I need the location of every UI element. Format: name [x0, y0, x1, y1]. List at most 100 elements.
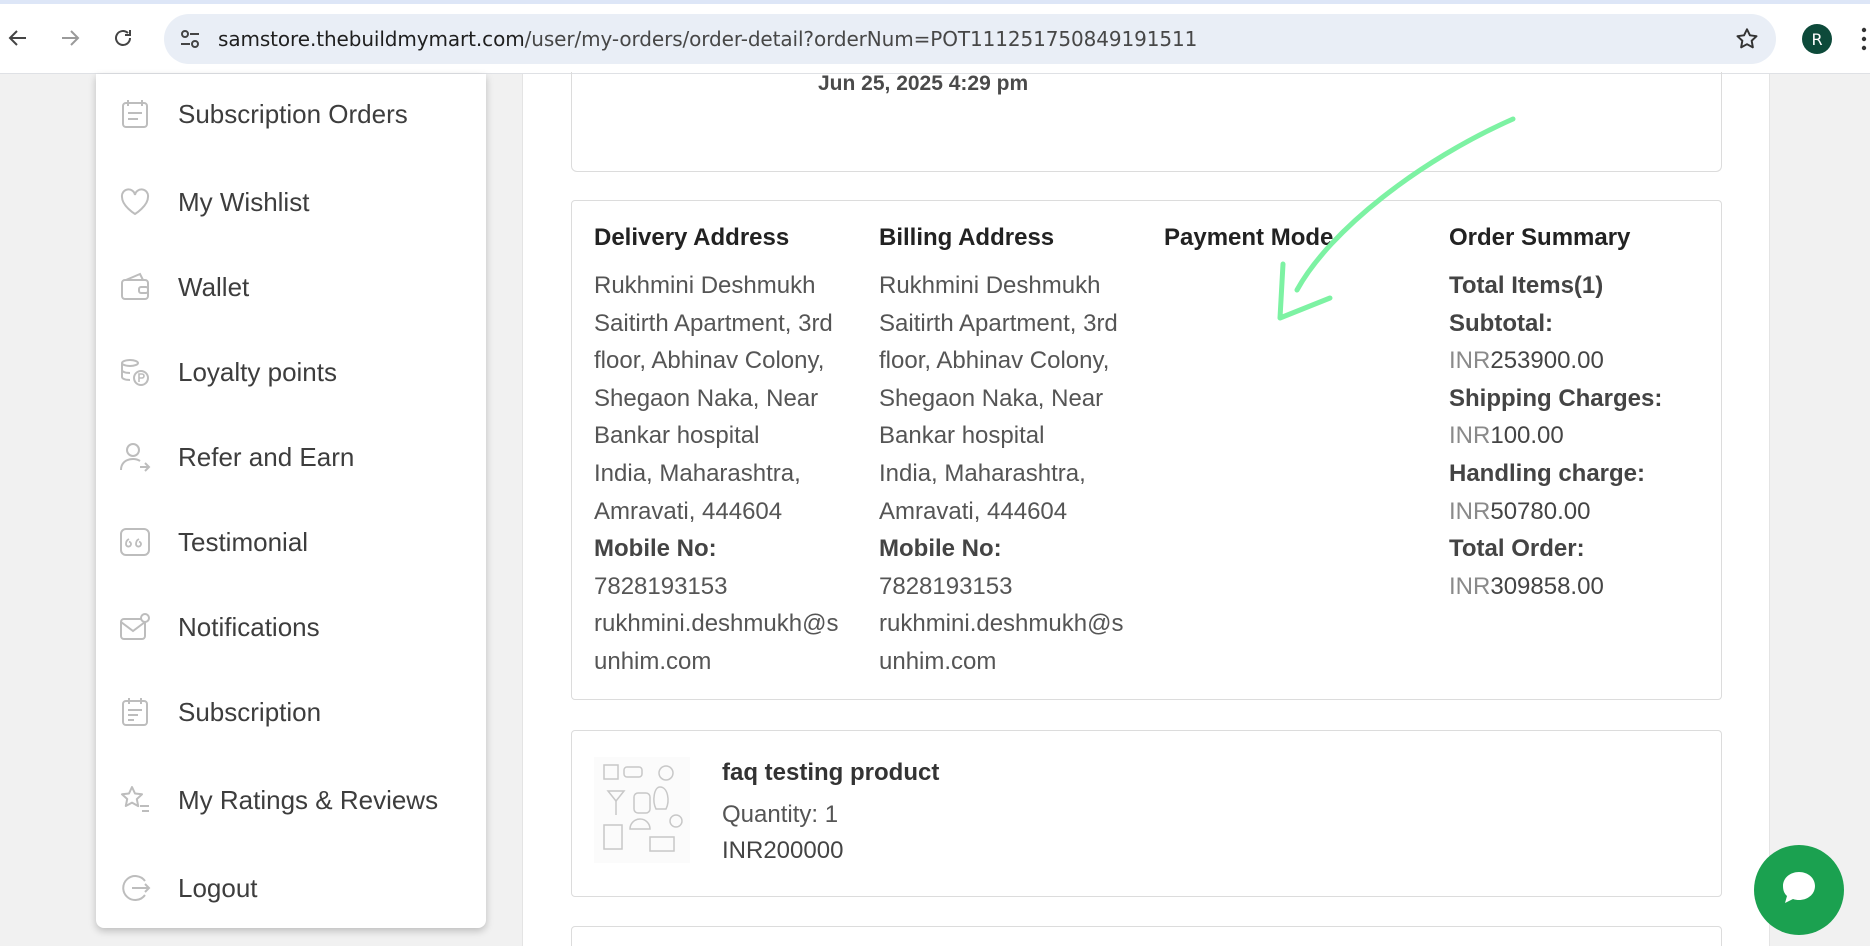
- email-line: unhim.com: [594, 647, 712, 675]
- sidebar-item-label: My Wishlist: [178, 186, 310, 217]
- payment-mode-column: Payment Mode: [1164, 223, 1434, 267]
- mobile-label: Mobile No:: [594, 535, 717, 563]
- address-line: Amravati, 444604: [879, 497, 1068, 525]
- address-line: Saitirth Apartment, 3rd: [879, 309, 1118, 337]
- address-line: floor, Abhinav Colony,: [594, 347, 825, 375]
- star-list-icon: [118, 783, 152, 817]
- account-sidebar: Subscription Orders My Wishlist Wallet L…: [96, 74, 486, 928]
- sidebar-item-testimonial[interactable]: Testimonial: [96, 512, 486, 572]
- sidebar-item-ratings-reviews[interactable]: My Ratings & Reviews: [96, 770, 486, 830]
- product-name[interactable]: faq testing product: [722, 759, 939, 787]
- currency-code: INR: [1449, 497, 1491, 525]
- browser-toolbar: samstore.thebuildmymart.com/user/my-orde…: [0, 0, 1870, 74]
- sidebar-item-loyalty-points[interactable]: Loyalty points: [96, 342, 486, 402]
- email-line: rukhmini.deshmukh@s: [594, 610, 839, 638]
- address-line: India, Maharashtra,: [594, 459, 801, 487]
- total-order-label: Total Order:: [1449, 535, 1585, 563]
- product-thumbnail[interactable]: [594, 757, 690, 863]
- chat-button[interactable]: [1754, 845, 1844, 935]
- address-line: Bankar hospital: [879, 422, 1045, 450]
- product-quantity: Quantity: 1: [722, 801, 839, 828]
- delivery-address-title: Delivery Address: [594, 224, 790, 251]
- product-price: INR200000: [722, 837, 844, 864]
- email-line: unhim.com: [879, 647, 997, 675]
- heart-icon: [118, 185, 152, 219]
- address-bar[interactable]: samstore.thebuildmymart.com/user/my-orde…: [164, 14, 1776, 64]
- sidebar-item-label: Subscription: [178, 696, 322, 727]
- sidebar-item-subscription[interactable]: Subscription: [96, 682, 486, 742]
- order-summary-column: Order Summary Total Items(1) Subtotal: I…: [1449, 223, 1719, 605]
- subtotal-label: Subtotal:: [1449, 309, 1553, 337]
- sidebar-item-subscription-orders[interactable]: Subscription Orders: [96, 84, 486, 144]
- sidebar-item-logout[interactable]: Logout: [96, 858, 486, 918]
- sidebar-item-label: My Ratings & Reviews: [178, 784, 439, 815]
- subscription-doc-icon: [118, 695, 152, 729]
- address-line: Rukhmini Deshmukh: [594, 272, 816, 299]
- order-date: Jun 25, 2025 4:29 pm: [818, 72, 1029, 95]
- total-order-value: INR309858.00: [1449, 568, 1719, 606]
- mobile-number: 7828193153: [879, 572, 1013, 600]
- order-info-box: Delivery Address Rukhmini Deshmukh Saiti…: [571, 200, 1722, 700]
- total-items: Total Items(1): [1449, 272, 1604, 299]
- sidebar-item-wishlist[interactable]: My Wishlist: [96, 172, 486, 232]
- address-line: Shegaon Naka, Near: [594, 384, 819, 412]
- order-status-box: Jun 25, 2025 4:29 pm: [571, 72, 1722, 172]
- mail-bell-icon: [118, 610, 152, 644]
- quote-icon: [118, 525, 152, 559]
- order-summary-title: Order Summary: [1449, 224, 1631, 251]
- currency-code: INR: [1449, 572, 1491, 600]
- address-line: floor, Abhinav Colony,: [879, 347, 1110, 375]
- url-text[interactable]: samstore.thebuildmymart.com/user/my-orde…: [218, 27, 1197, 51]
- mobile-number: 7828193153: [594, 572, 728, 600]
- url-host: samstore.thebuildmymart.com: [218, 27, 525, 51]
- reload-icon[interactable]: [105, 20, 141, 56]
- amount: 309858.00: [1490, 572, 1604, 600]
- sidebar-item-wallet[interactable]: Wallet: [96, 257, 486, 317]
- currency-code: INR: [1449, 422, 1491, 450]
- wallet-icon: [118, 270, 152, 304]
- sidebar-item-refer-and-earn[interactable]: Refer and Earn: [96, 427, 486, 487]
- address-line: Amravati, 444604: [594, 497, 783, 525]
- bookmark-star-icon[interactable]: [1734, 26, 1760, 52]
- forward-arrow-icon[interactable]: [52, 20, 88, 56]
- address-line: India, Maharashtra,: [879, 459, 1086, 487]
- amount: 253900.00: [1490, 347, 1604, 375]
- delivery-address-column: Delivery Address Rukhmini Deshmukh Saiti…: [594, 223, 864, 681]
- sidebar-item-label: Logout: [178, 872, 258, 903]
- calendar-list-icon: [118, 97, 152, 131]
- logout-icon: [118, 871, 152, 905]
- next-section-box: [571, 926, 1722, 946]
- tab-strip-edge: [0, 0, 1870, 4]
- profile-avatar[interactable]: R: [1802, 24, 1832, 54]
- amount: 50780.00: [1490, 497, 1591, 525]
- currency-code: INR: [1449, 347, 1491, 375]
- payment-mode-title: Payment Mode: [1164, 224, 1334, 251]
- shipping-value: INR100.00: [1449, 417, 1719, 455]
- address-line: Rukhmini Deshmukh: [879, 272, 1101, 299]
- browser-menu-icon[interactable]: [1858, 26, 1870, 52]
- order-detail-panel: Jun 25, 2025 4:29 pm Delivery Address Ru…: [522, 72, 1770, 946]
- handling-label: Handling charge:: [1449, 459, 1646, 487]
- shipping-label: Shipping Charges:: [1449, 384, 1663, 412]
- url-path: /user/my-orders/order-detail?orderNum=PO…: [524, 27, 1198, 51]
- handling-value: INR50780.00: [1449, 493, 1719, 531]
- back-arrow-icon[interactable]: [0, 20, 36, 56]
- sidebar-item-label: Notifications: [178, 611, 320, 642]
- sidebar-item-notifications[interactable]: Notifications: [96, 597, 486, 657]
- address-line: Bankar hospital: [594, 422, 760, 450]
- subtotal-value: INR253900.00: [1449, 342, 1719, 380]
- billing-address-title: Billing Address: [879, 224, 1055, 251]
- product-line-item: faq testing product Quantity: 1 INR20000…: [571, 730, 1722, 897]
- site-settings-icon[interactable]: [178, 27, 202, 51]
- sidebar-item-label: Wallet: [178, 271, 250, 302]
- billing-address-column: Billing Address Rukhmini Deshmukh Saitir…: [879, 223, 1149, 681]
- chat-bubble-icon: [1777, 866, 1821, 915]
- sidebar-item-label: Loyalty points: [178, 356, 337, 387]
- mobile-label: Mobile No:: [879, 535, 1002, 563]
- user-share-icon: [118, 440, 152, 474]
- address-line: Saitirth Apartment, 3rd: [594, 309, 833, 337]
- coins-icon: [118, 355, 152, 389]
- email-line: rukhmini.deshmukh@s: [879, 610, 1124, 638]
- amount: 100.00: [1490, 422, 1564, 450]
- sidebar-item-label: Testimonial: [178, 526, 309, 557]
